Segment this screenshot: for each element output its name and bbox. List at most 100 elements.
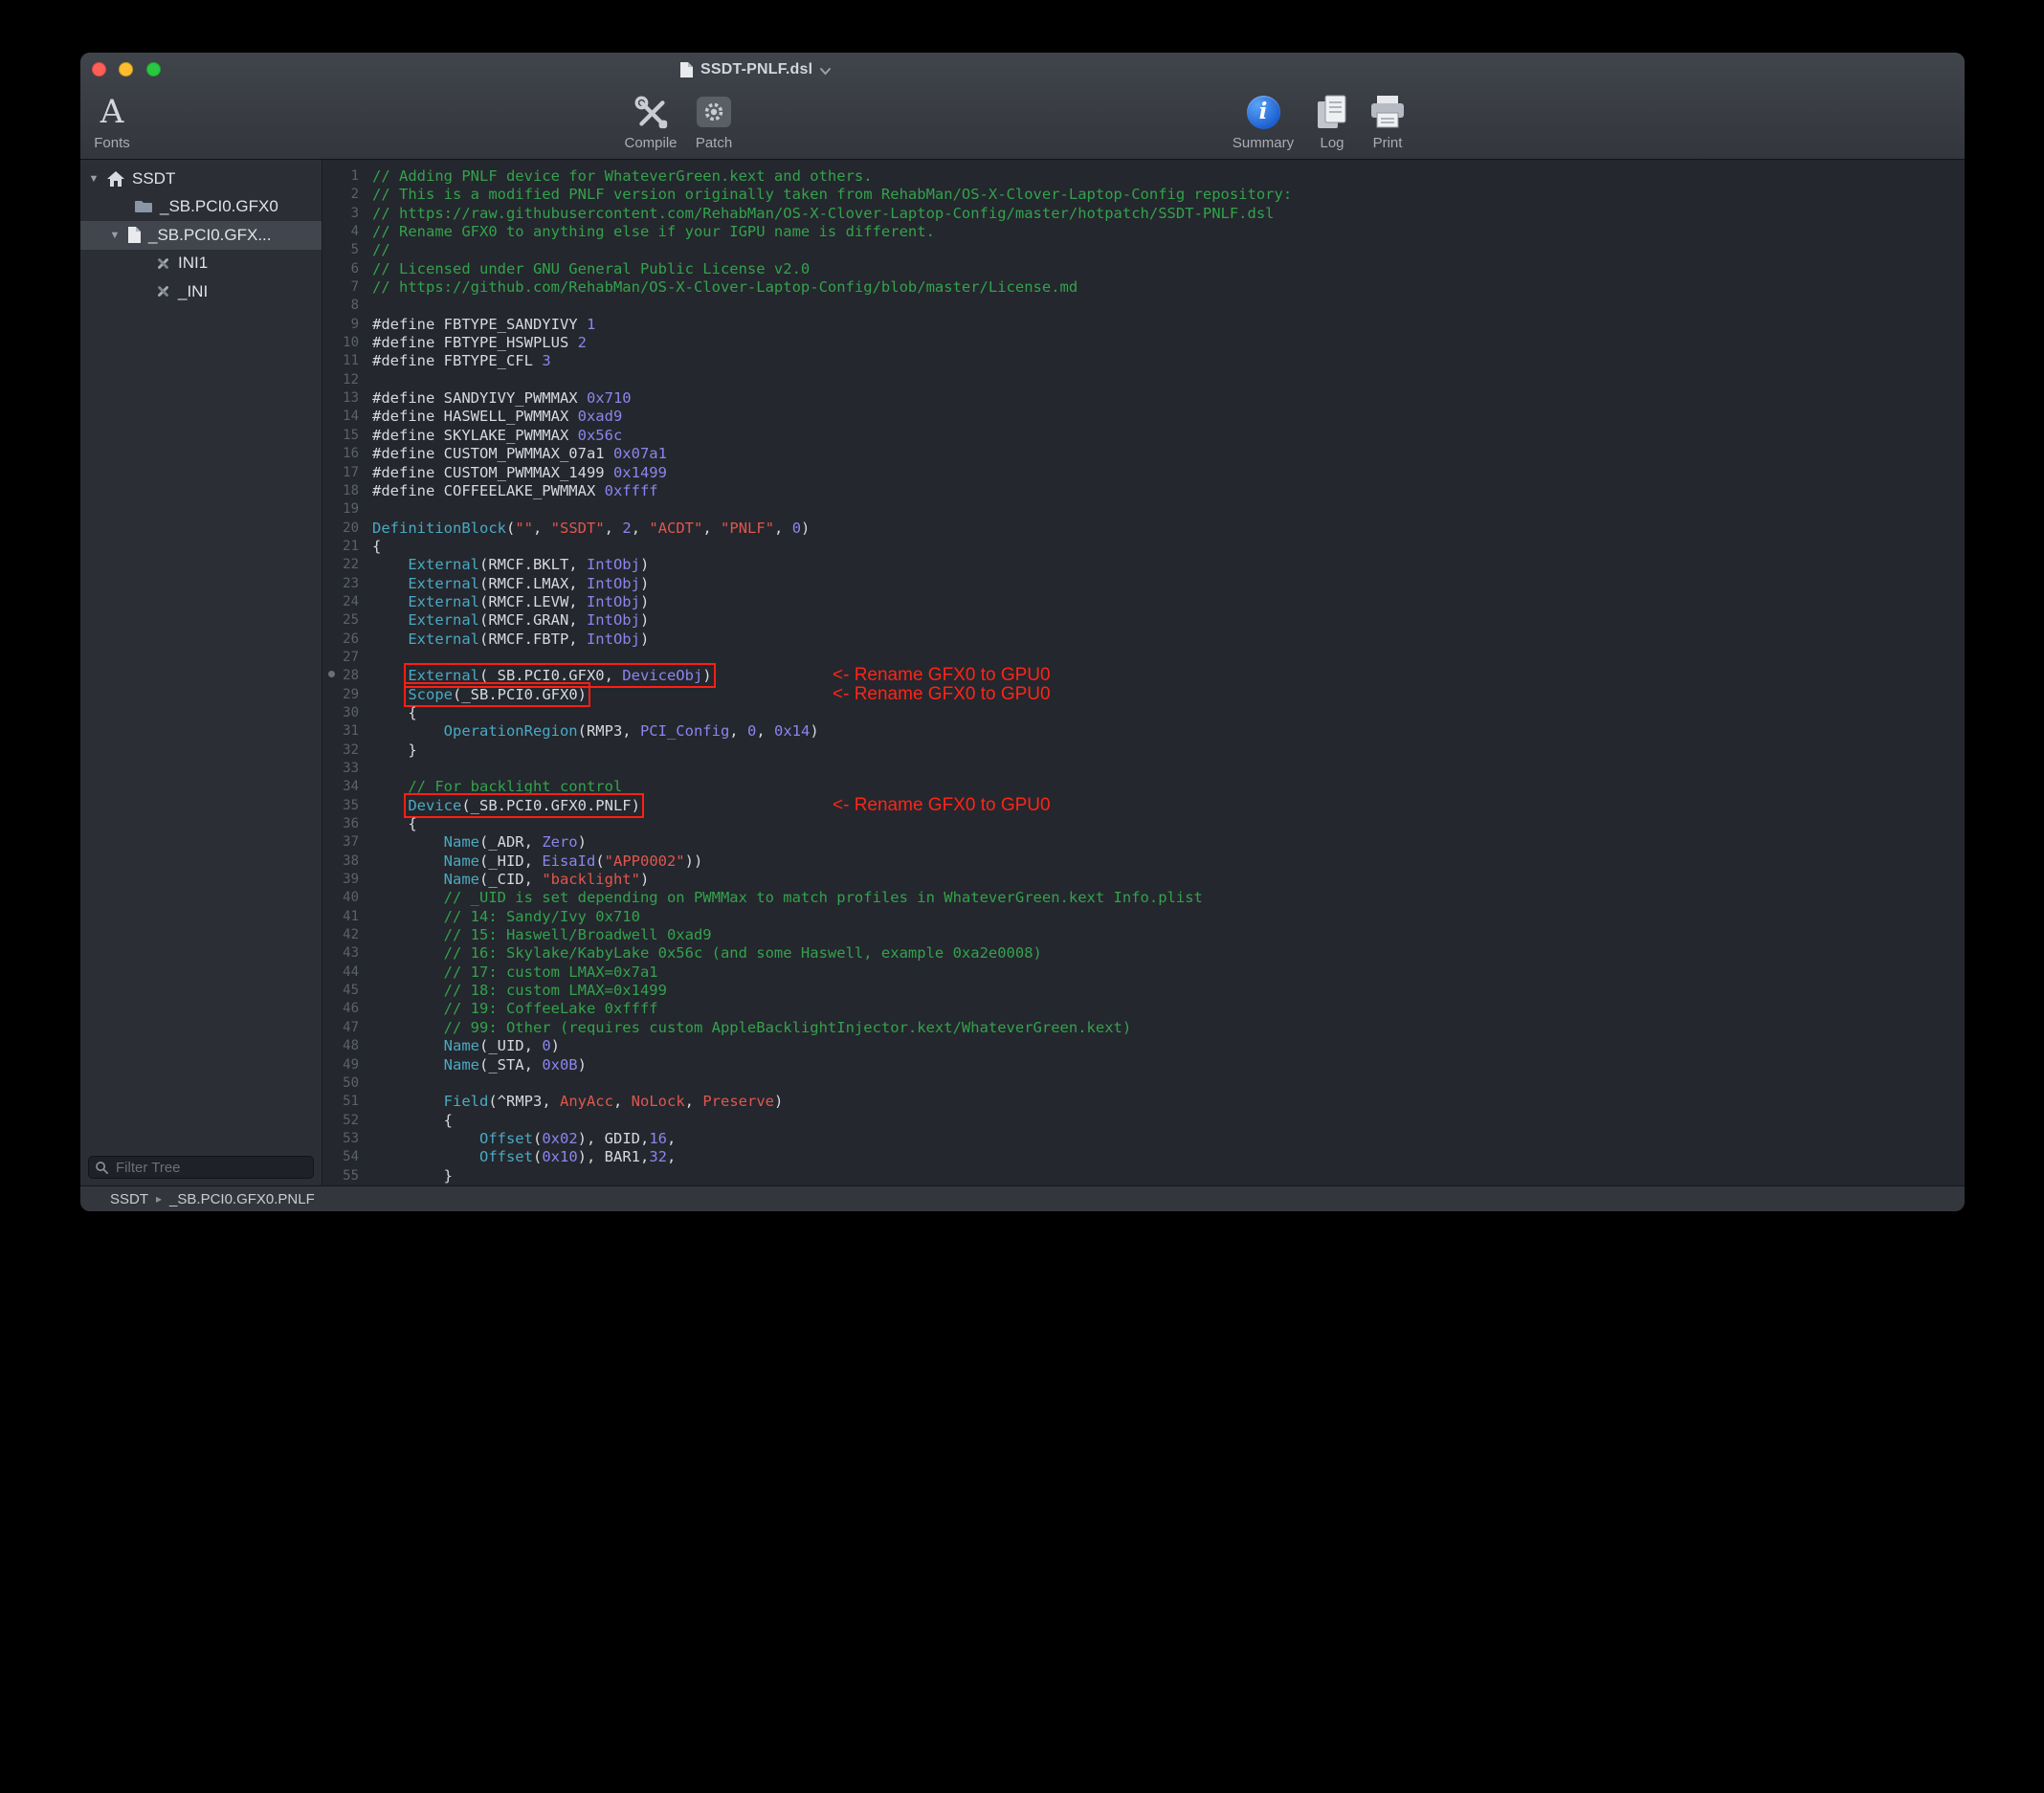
home-icon	[106, 170, 125, 188]
code-line: 31 OperationRegion(RMP3, PCI_Config, 0, …	[328, 722, 1965, 741]
patch-gear-icon	[695, 95, 733, 129]
line-number: 29	[328, 686, 359, 704]
line-number: 23	[328, 575, 359, 593]
tree-item-ini[interactable]: _INI	[80, 277, 322, 306]
line-number: 13	[328, 389, 359, 408]
code-line: 46 // 19: CoffeeLake 0xffff	[328, 1000, 1965, 1018]
line-number: 10	[328, 334, 359, 352]
line-number: 50	[328, 1074, 359, 1093]
line-number: 21	[328, 538, 359, 556]
code-line: 21{	[328, 538, 1965, 556]
line-number: 1	[328, 167, 359, 186]
summary-label: Summary	[1233, 135, 1294, 151]
print-label: Print	[1373, 135, 1403, 151]
log-label: Log	[1320, 135, 1344, 151]
compile-label: Compile	[624, 135, 677, 151]
code-line: 28 External(_SB.PCI0.GFX0, DeviceObj)<- …	[328, 667, 1965, 685]
code-line: 20DefinitionBlock("", "SSDT", 2, "ACDT",…	[328, 520, 1965, 538]
filter-field[interactable]	[88, 1156, 314, 1179]
code-line: 55 }	[328, 1167, 1965, 1185]
code-line: 9#define FBTYPE_SANDYIVY 1	[328, 316, 1965, 334]
code-line: 47 // 99: Other (requires custom AppleBa…	[328, 1019, 1965, 1037]
code-editor[interactable]: 1// Adding PNLF device for WhateverGreen…	[322, 160, 1965, 1185]
tree-item-gfx0-scope[interactable]: _SB.PCI0.GFX0	[80, 193, 322, 222]
line-number: 16	[328, 445, 359, 463]
tree-item-label: SSDT	[132, 169, 175, 188]
line-number: 38	[328, 852, 359, 871]
line-number: 27	[328, 649, 359, 667]
code-line: 49 Name(_STA, 0x0B)	[328, 1056, 1965, 1074]
code-line: 38 Name(_HID, EisaId("APP0002"))	[328, 852, 1965, 871]
info-icon: i	[1247, 96, 1280, 129]
rename-highlight-box: Scope(_SB.PCI0.GFX0)	[408, 686, 587, 703]
document-proxy-icon	[679, 61, 694, 78]
line-number: 30	[328, 704, 359, 722]
code-line: 50	[328, 1074, 1965, 1093]
line-number: 17	[328, 464, 359, 482]
tree-item-ini1[interactable]: INI1	[80, 250, 322, 278]
titlebar[interactable]: SSDT-PNLF.dsl	[80, 53, 1965, 87]
compile-tools-icon	[631, 92, 671, 132]
code-line: 8	[328, 297, 1965, 315]
code-line: 42 // 15: Haswell/Broadwell 0xad9	[328, 926, 1965, 944]
chevron-down-icon[interactable]	[819, 67, 832, 76]
line-number: 26	[328, 631, 359, 649]
line-number: 45	[328, 982, 359, 1000]
breadcrumb-path[interactable]: _SB.PCI0.GFX0.PNLF	[169, 1191, 315, 1207]
disclosure-triangle-icon[interactable]: ▼	[109, 230, 121, 241]
code-line: 24 External(RMCF.LEVW, IntObj)	[328, 593, 1965, 611]
tree-item-label: _SB.PCI0.GFX...	[148, 226, 272, 245]
window-chrome: SSDT-PNLF.dsl A Fonts	[80, 53, 1965, 160]
code-line: 48 Name(_UID, 0)	[328, 1037, 1965, 1055]
breadcrumb-separator-icon: ▸	[156, 1192, 162, 1206]
code-line: 41 // 14: Sandy/Ivy 0x710	[328, 908, 1965, 926]
window-title: SSDT-PNLF.dsl	[700, 61, 812, 78]
close-button[interactable]	[92, 62, 106, 77]
line-number: 52	[328, 1112, 359, 1130]
method-icon	[155, 255, 171, 272]
line-number: 14	[328, 408, 359, 426]
code-line: 27	[328, 649, 1965, 667]
tree-item-gfx0-device[interactable]: ▼ _SB.PCI0.GFX...	[80, 221, 322, 250]
tree-item-label: _SB.PCI0.GFX0	[160, 197, 278, 216]
line-number: 11	[328, 352, 359, 370]
disclosure-triangle-icon[interactable]: ▼	[88, 173, 100, 185]
minimize-button[interactable]	[119, 62, 133, 77]
print-button[interactable]: Print	[1344, 90, 1431, 151]
breadcrumb-root[interactable]: SSDT	[110, 1191, 148, 1207]
code-line: 4// Rename GFX0 to anything else if your…	[328, 223, 1965, 241]
fonts-button[interactable]: A Fonts	[80, 90, 155, 151]
code-line: 34 // For backlight control	[328, 778, 1965, 796]
line-number: 22	[328, 556, 359, 574]
code-line: 35 Device(_SB.PCI0.GFX0.PNLF)<- Rename G…	[328, 797, 1965, 815]
line-number: 3	[328, 205, 359, 223]
code-line: 33	[328, 760, 1965, 778]
line-number: 12	[328, 371, 359, 389]
line-number: 54	[328, 1148, 359, 1166]
code-line: 25 External(RMCF.GRAN, IntObj)	[328, 611, 1965, 630]
rename-annotation-text: <- Rename GFX0 to GPU0	[833, 666, 1051, 684]
filter-tree-input[interactable]	[114, 1159, 307, 1177]
code-line: 29 Scope(_SB.PCI0.GFX0)<- Rename GFX0 to…	[328, 686, 1965, 704]
zoom-button[interactable]	[146, 62, 161, 77]
line-number: 34	[328, 778, 359, 796]
code-lines: 1// Adding PNLF device for WhateverGreen…	[322, 160, 1965, 1185]
code-line: 1// Adding PNLF device for WhateverGreen…	[328, 167, 1965, 186]
code-line: 39 Name(_CID, "backlight")	[328, 871, 1965, 889]
line-number: 39	[328, 871, 359, 889]
code-line: 17#define CUSTOM_PWMMAX_1499 0x1499	[328, 464, 1965, 482]
patch-button[interactable]: Patch	[671, 90, 757, 151]
line-number: 48	[328, 1037, 359, 1055]
code-line: 19	[328, 500, 1965, 519]
code-line: 45 // 18: custom LMAX=0x1499	[328, 982, 1965, 1000]
code-line: 6// Licensed under GNU General Public Li…	[328, 260, 1965, 278]
line-number: 49	[328, 1056, 359, 1074]
search-icon	[95, 1161, 109, 1175]
tree-item-ssdt[interactable]: ▼ SSDT	[80, 165, 322, 193]
code-line: 30 {	[328, 704, 1965, 722]
title-group[interactable]: SSDT-PNLF.dsl	[679, 53, 832, 87]
code-line: 44 // 17: custom LMAX=0x7a1	[328, 963, 1965, 982]
line-number: 9	[328, 316, 359, 334]
line-number: 25	[328, 611, 359, 630]
line-number: 8	[328, 297, 359, 315]
